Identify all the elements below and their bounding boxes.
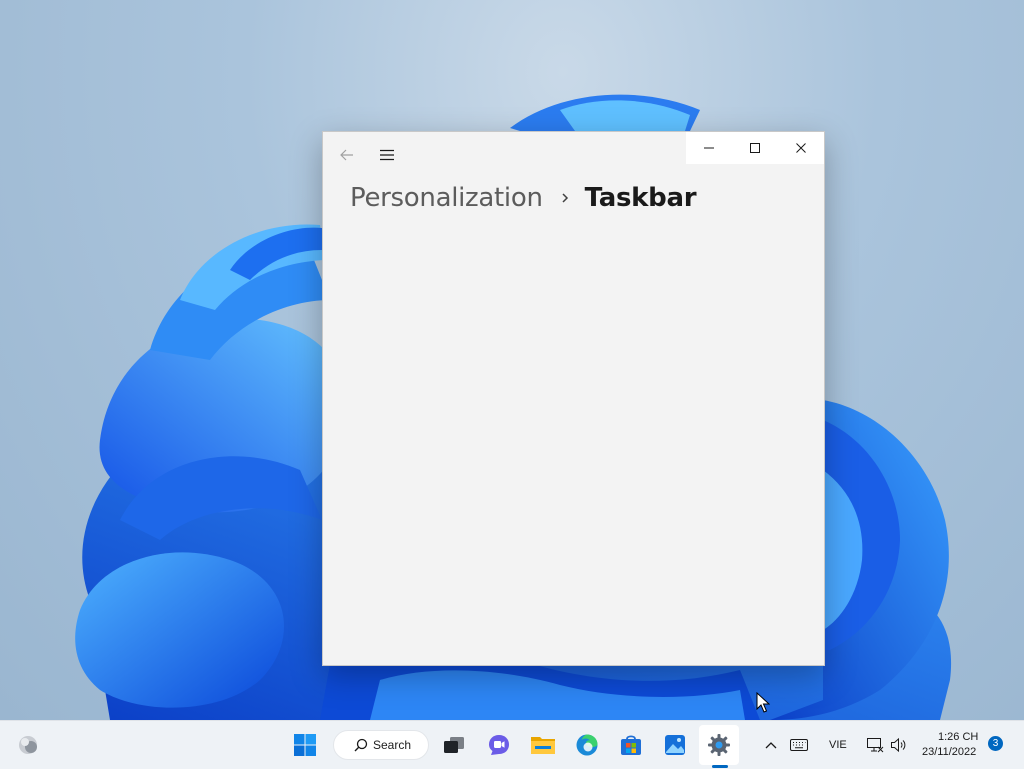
clock-date[interactable]: 23/11/2022 [922,746,976,758]
photos-button[interactable] [659,729,691,761]
widgets-weather-button[interactable] [12,729,44,761]
chat-button[interactable] [483,729,515,761]
search-label: Search [373,738,412,752]
volume-icon [891,737,906,753]
edge-icon [576,734,598,756]
maximize-icon [750,143,760,153]
search-icon [354,738,368,752]
taskbar: Search VIE 1:26 CH 23/11/2022 [0,720,1024,769]
mouse-cursor-icon [756,692,770,713]
network-icon [867,738,884,753]
back-button[interactable] [335,145,359,165]
caption-buttons [686,132,824,164]
input-language-indicator[interactable]: VIE [829,739,847,751]
start-icon [294,734,316,756]
photos-icon [665,735,685,755]
touch-keyboard-button[interactable] [783,729,815,761]
minimize-button[interactable] [686,132,732,164]
settings-icon [708,734,730,756]
back-arrow-icon [340,149,353,161]
settings-app-button[interactable] [703,729,735,761]
breadcrumb: Personalization Taskbar [350,178,697,218]
close-icon [796,143,806,153]
file-explorer-icon [531,737,555,754]
navigation-menu-button[interactable] [375,145,399,165]
teams-chat-icon [489,735,509,755]
microsoft-store-icon [621,735,641,755]
clock-time[interactable]: 1:26 CH [938,731,978,743]
minimize-icon [704,147,714,149]
breadcrumb-personalization-link[interactable]: Personalization [350,183,543,213]
volume-button[interactable] [883,729,915,761]
task-view-icon [444,737,464,753]
edge-browser-button[interactable] [571,729,603,761]
close-button[interactable] [778,132,824,164]
taskbar-search-box[interactable]: Search [333,730,429,760]
maximize-button[interactable] [732,132,778,164]
file-explorer-button[interactable] [527,729,559,761]
keyboard-icon [790,739,808,751]
notification-count-badge[interactable]: 3 [988,736,1003,751]
task-view-button[interactable] [438,729,470,761]
page-title: Taskbar [584,183,697,213]
weather-icon [19,736,37,754]
hamburger-icon [380,149,394,161]
chevron-right-icon [561,192,569,204]
start-button[interactable] [289,729,321,761]
settings-window: Personalization Taskbar [322,131,825,666]
microsoft-store-button[interactable] [615,729,647,761]
chevron-up-icon [765,742,777,749]
